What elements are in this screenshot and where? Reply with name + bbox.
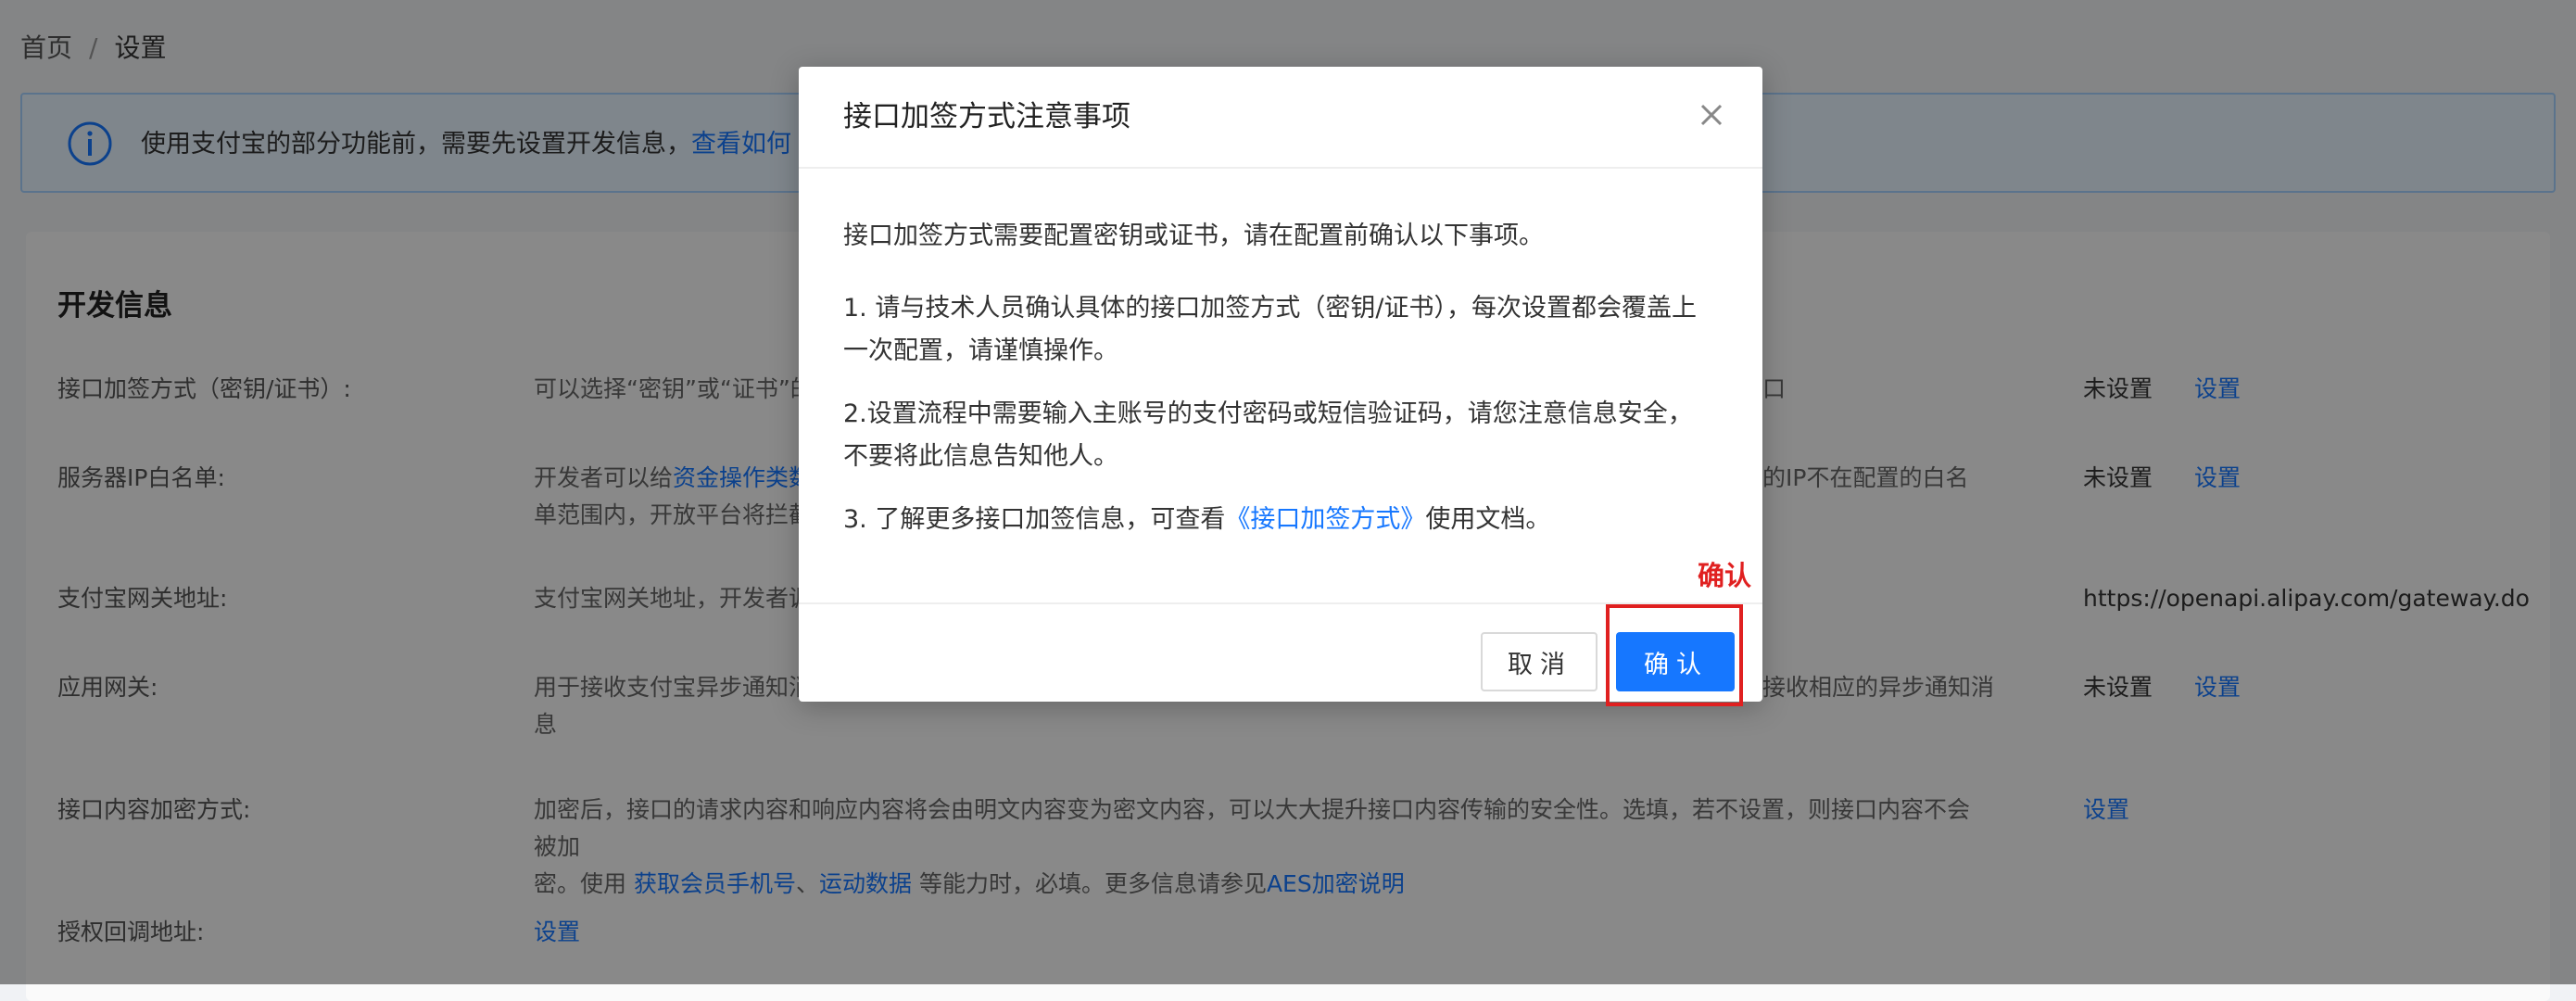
modal-paragraph-1: 1. 请与技术人员确认具体的接口加签方式（密钥/证书），每次设置都会覆盖上一次配… bbox=[843, 294, 1697, 365]
close-icon[interactable] bbox=[1693, 96, 1730, 133]
modal-paragraph-2: 2.设置流程中需要输入主账号的支付密码或短信验证码，请您注意信息安全，不要将此信… bbox=[843, 399, 1693, 471]
annotation-highlight-box bbox=[1606, 604, 1743, 706]
annotation-label: 确认 bbox=[1698, 560, 1752, 591]
cancel-button[interactable]: 取消 bbox=[1481, 632, 1597, 691]
sign-method-doc-link[interactable]: 《接口加签方式》 bbox=[1225, 505, 1425, 534]
modal-header: 接口加签方式注意事项 bbox=[799, 67, 1762, 169]
modal-paragraph-intro: 接口加签方式需要配置密钥或证书，请在配置前确认以下事项。 bbox=[843, 222, 1544, 250]
modal-title: 接口加签方式注意事项 bbox=[843, 100, 1130, 133]
modal-paragraph-3: 3. 了解更多接口加签信息，可查看《接口加签方式》使用文档。 bbox=[843, 505, 1551, 534]
